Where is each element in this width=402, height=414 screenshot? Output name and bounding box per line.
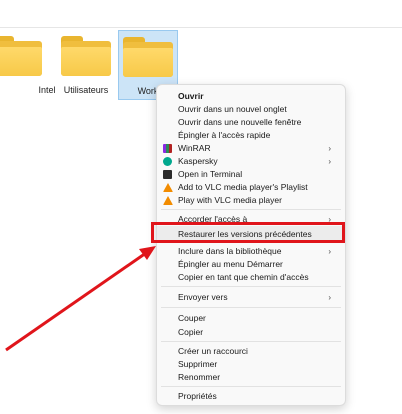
annotation-arrow-icon bbox=[5, 246, 156, 352]
